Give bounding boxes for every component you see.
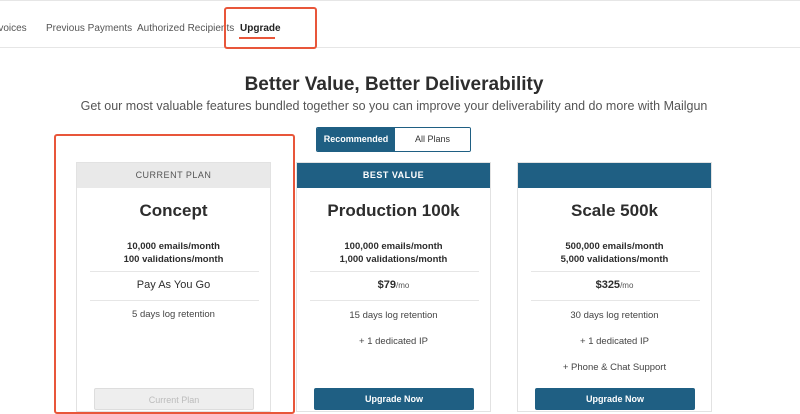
plan-feature: + 1 dedicated IP bbox=[359, 336, 428, 347]
divider bbox=[531, 300, 700, 301]
divider bbox=[310, 300, 479, 301]
price-unit: /mo bbox=[396, 281, 410, 290]
plan-emails: 100,000 emails/month bbox=[344, 241, 443, 252]
plan-name: Production 100k bbox=[327, 201, 460, 220]
upgrade-now-button[interactable]: Upgrade Now bbox=[314, 388, 474, 410]
recommended-toggle-button[interactable]: Recommended bbox=[317, 128, 395, 151]
plan-price: $79/mo bbox=[297, 279, 490, 291]
highlight-box-upgrade-tab bbox=[224, 7, 317, 49]
top-nav: Invoices Previous Payments Authorized Re… bbox=[0, 0, 800, 48]
plan-card-scale-500k: Scale 500k 500,000 emails/month 5,000 va… bbox=[517, 162, 712, 412]
plan-header-bar bbox=[518, 163, 711, 188]
page-title: Better Value, Better Deliverability bbox=[244, 74, 544, 95]
upgrade-now-button[interactable]: Upgrade Now bbox=[535, 388, 695, 410]
plan-filter-toggle: Recommended All Plans bbox=[316, 127, 471, 152]
plan-validations: 5,000 validations/month bbox=[560, 254, 669, 265]
plan-card-production-100k: BEST VALUE Production 100k 100,000 email… bbox=[296, 162, 491, 412]
plan-feature: 15 days log retention bbox=[349, 310, 438, 321]
plan-feature: + Phone & Chat Support bbox=[562, 362, 667, 373]
plan-validations: 1,000 validations/month bbox=[339, 254, 448, 265]
all-plans-toggle-button[interactable]: All Plans bbox=[395, 128, 470, 151]
divider bbox=[531, 271, 700, 272]
nav-tab-authorized-recipients[interactable]: Authorized Recipients bbox=[137, 23, 234, 34]
page-subtitle: Get our most valuable features bundled t… bbox=[80, 99, 708, 113]
nav-tab-previous-payments[interactable]: Previous Payments bbox=[46, 23, 132, 34]
plan-feature: 30 days log retention bbox=[570, 310, 659, 321]
plan-feature: + 1 dedicated IP bbox=[580, 336, 649, 347]
plan-name: Scale 500k bbox=[571, 201, 658, 220]
price-amount: $325 bbox=[595, 279, 621, 291]
highlight-box-current-plan bbox=[54, 134, 295, 414]
nav-tab-invoices[interactable]: Invoices bbox=[0, 23, 27, 34]
plan-emails: 500,000 emails/month bbox=[565, 241, 664, 252]
price-unit: /mo bbox=[620, 281, 634, 290]
best-value-badge: BEST VALUE bbox=[297, 163, 490, 188]
divider bbox=[310, 271, 479, 272]
plan-price: $325/mo bbox=[518, 279, 711, 291]
price-amount: $79 bbox=[377, 279, 396, 291]
